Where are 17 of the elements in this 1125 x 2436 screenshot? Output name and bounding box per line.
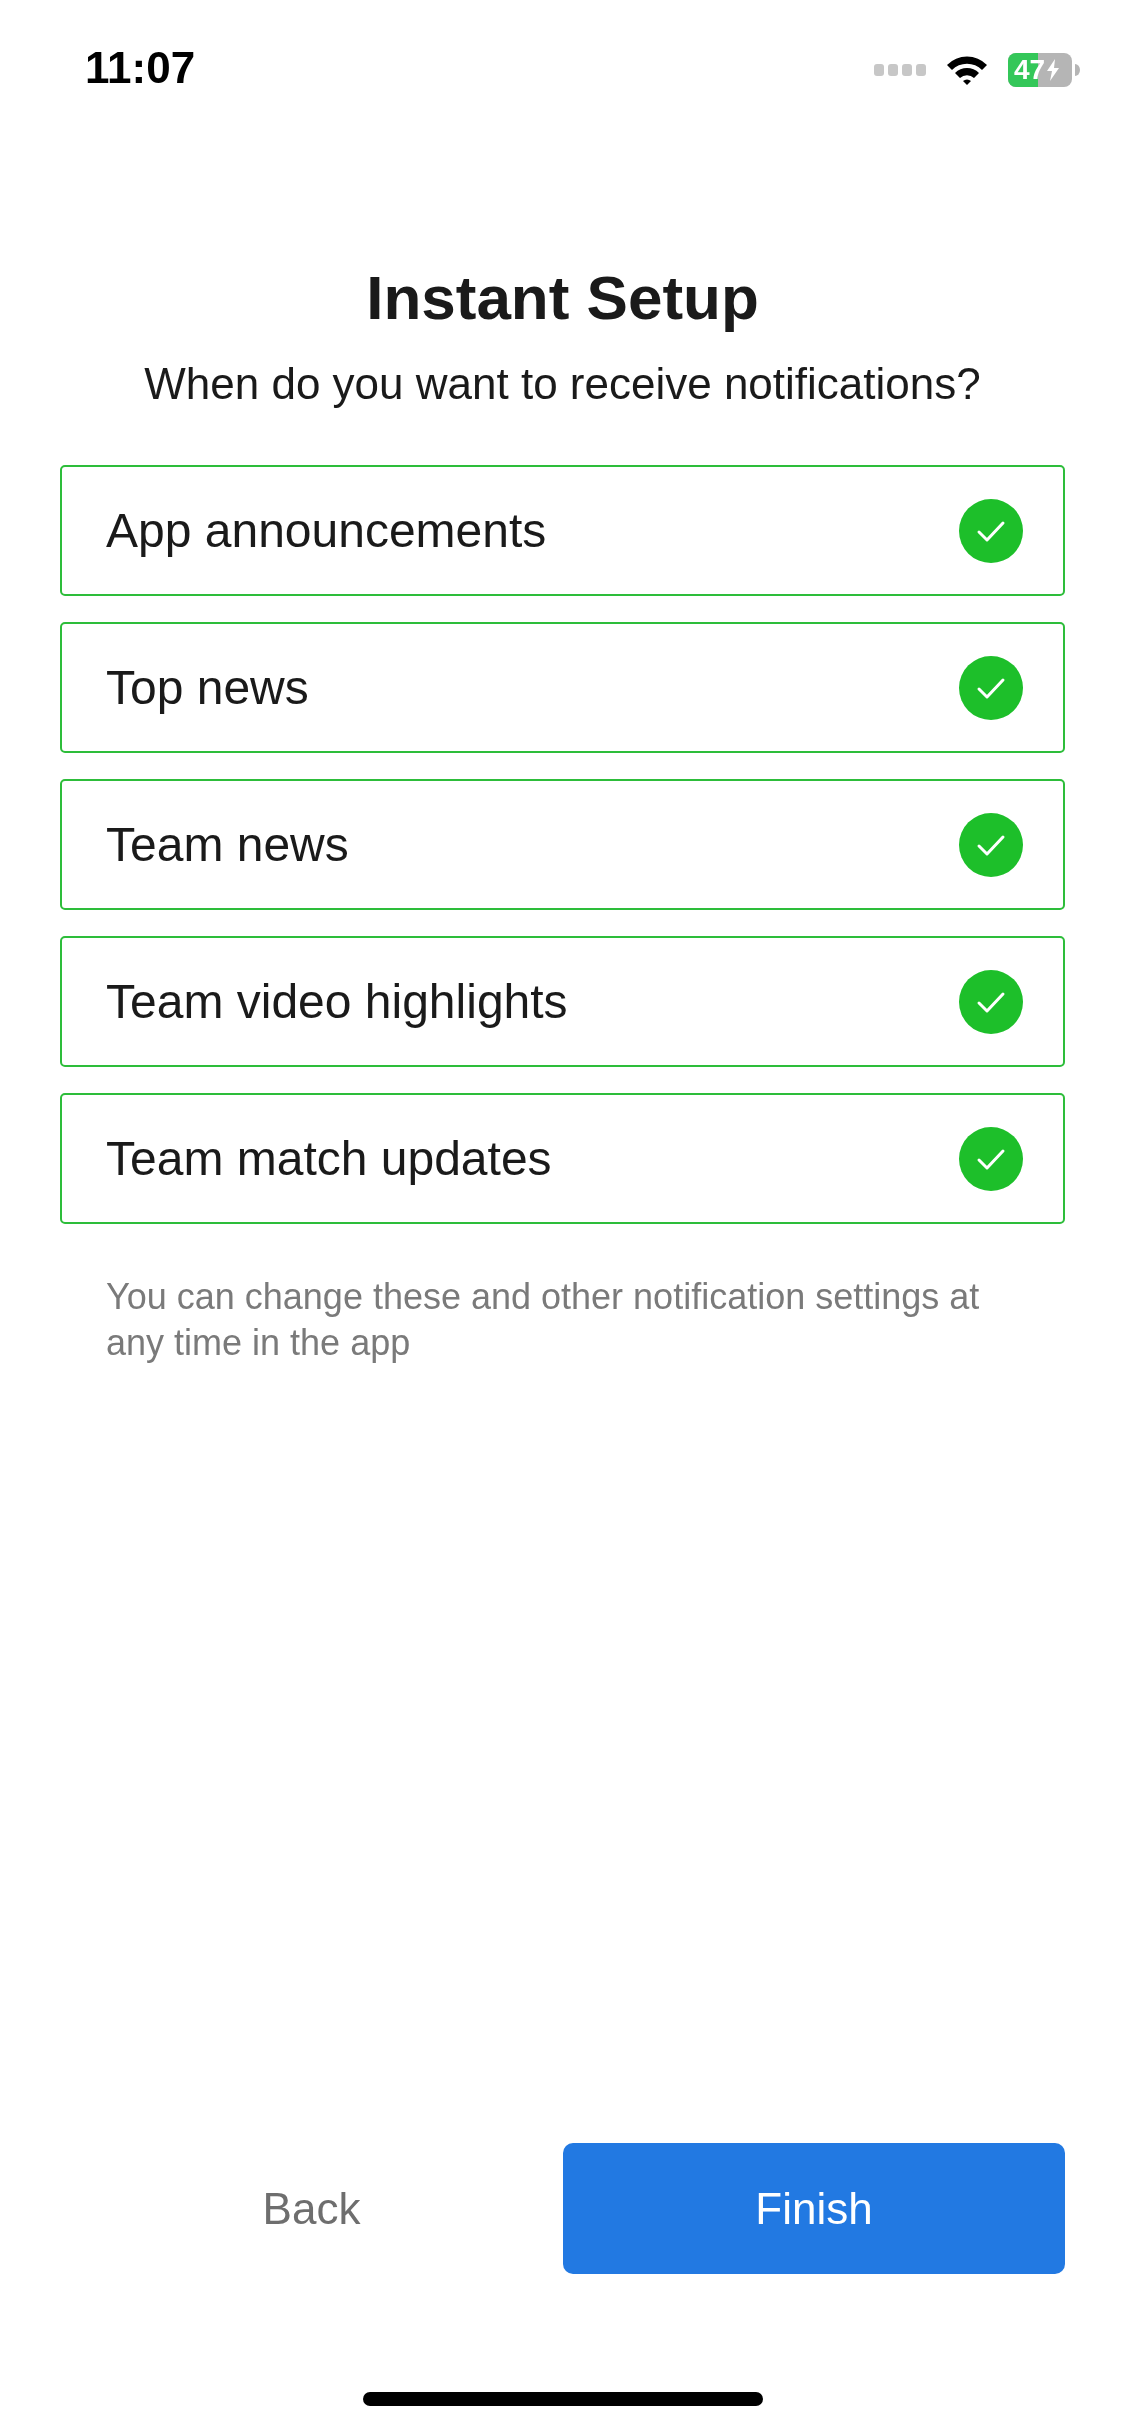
page-subtitle: When do you want to receive notifications? [143, 359, 982, 409]
signal-icon [874, 64, 926, 76]
settings-note: You can change these and other notification settings at any time in the app [106, 1275, 981, 1365]
option-label: Team match updates [106, 1131, 552, 1186]
option-label: App announcements [106, 503, 547, 558]
option-label: Top news [106, 660, 309, 715]
back-button[interactable]: Back [60, 2143, 563, 2274]
notification-option[interactable]: Team match updates [60, 1093, 1065, 1224]
status-time: 11:07 [85, 43, 196, 93]
notification-option[interactable]: App announcements [60, 465, 1065, 596]
notification-option[interactable]: Team news [60, 779, 1065, 910]
option-label: Team news [106, 817, 349, 872]
notification-option[interactable]: Top news [60, 622, 1065, 753]
option-label: Team video highlights [106, 974, 568, 1029]
page-title: Instant Setup [365, 262, 760, 333]
finish-button[interactable]: Finish [563, 2143, 1065, 2274]
notification-option[interactable]: Team video highlights [60, 936, 1065, 1067]
